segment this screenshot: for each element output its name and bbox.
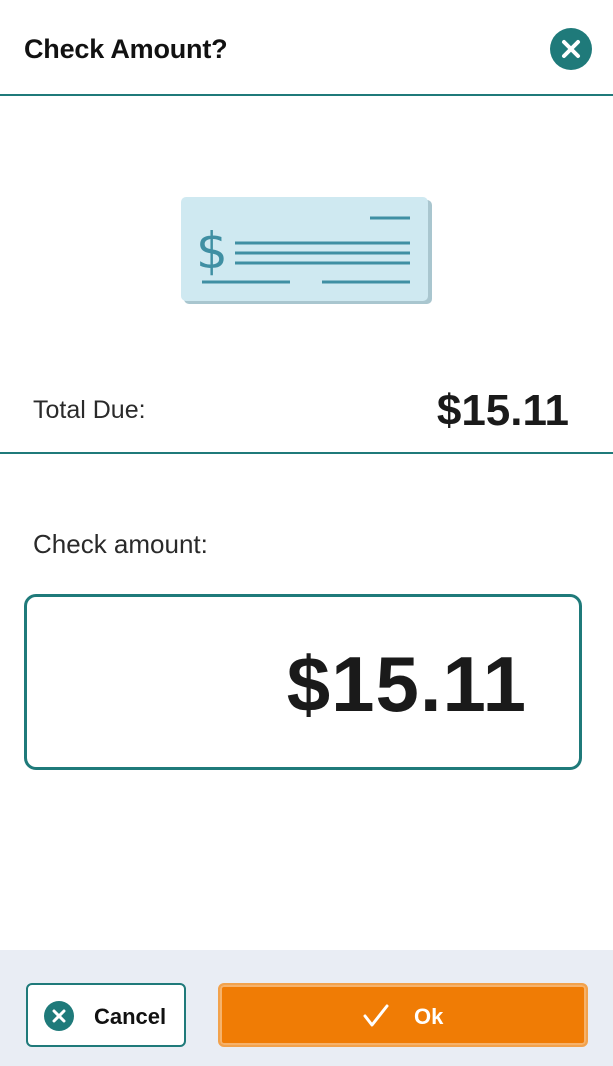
dialog-title: Check Amount?: [24, 34, 228, 64]
check-amount-input[interactable]: $15.11: [24, 594, 582, 770]
ok-button-label: Ok: [414, 1004, 444, 1029]
dialog-footer: Cancel Ok: [0, 950, 613, 1066]
check-amount-dialog: Check Amount? $ Total Due: $15.11 Check …: [0, 0, 613, 1066]
close-icon: [562, 40, 580, 58]
total-due-label: Total Due:: [33, 396, 146, 424]
cancel-button[interactable]: Cancel: [26, 983, 186, 1047]
check-amount-value: $15.11: [286, 640, 527, 728]
cancel-button-label: Cancel: [94, 1004, 167, 1029]
cancel-icon: [44, 1001, 74, 1031]
total-due-row: Total Due: $15.11: [0, 360, 613, 454]
checkmark-icon: [363, 1004, 389, 1027]
ok-button[interactable]: Ok: [218, 983, 588, 1047]
total-due-value: $15.11: [436, 386, 569, 435]
svg-text:$: $: [196, 222, 228, 280]
dialog-header: Check Amount?: [0, 0, 613, 96]
check-illustration-icon: $: [180, 196, 432, 306]
close-button[interactable]: [550, 28, 592, 70]
check-amount-label: Check amount:: [33, 529, 208, 559]
